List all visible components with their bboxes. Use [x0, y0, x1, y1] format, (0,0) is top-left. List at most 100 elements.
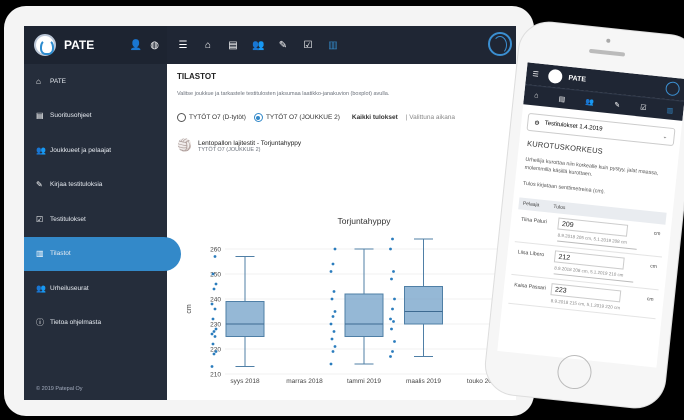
bar-chart-icon[interactable]: ▥ [327, 40, 339, 51]
sidebar-item-urheiluseurat[interactable]: 👥 Urheiluseurat [24, 271, 167, 306]
clipboard-icon: ▤ [36, 111, 44, 121]
y-tick-label: 240 [210, 297, 221, 304]
bar-chart-icon[interactable]: ▥ [666, 106, 673, 115]
sidebar-item-label: Tilastot [50, 250, 71, 258]
data-point [391, 237, 394, 241]
team-radio-1[interactable]: TYTÖT O7 (D-tytöt) [177, 113, 246, 122]
data-point [212, 287, 216, 291]
data-point [389, 317, 392, 321]
sidebar-item-label: Joukkueet ja pelaajat [50, 146, 112, 154]
pencil-icon[interactable]: ✎ [277, 40, 289, 51]
unit-label: cm [653, 230, 661, 238]
data-point [391, 307, 394, 311]
data-point [329, 270, 333, 273]
box [225, 301, 265, 337]
sidebar-item-label: Kirjaa testituloksia [50, 181, 103, 189]
data-point [211, 317, 215, 321]
chevron-down-icon: ⌄ [662, 133, 668, 140]
data-point [331, 315, 335, 318]
data-point [210, 365, 214, 368]
checkbox-icon[interactable]: ☑ [302, 40, 314, 51]
test-subtitle: TYTÖT O7 (JOUKKUE 2) [197, 147, 261, 153]
data-point [211, 272, 215, 276]
data-point [213, 335, 217, 338]
checkbox-icon: ☑ [36, 214, 44, 224]
brand-bar: PATE 👤 ◍ [24, 26, 167, 64]
boxplot-chart: Torjuntahyppycm210220230240250260syys 20… [186, 216, 503, 385]
player-name: Tiina Paluri [520, 216, 548, 226]
page-description: Valitse joukkue ja tarkastele testitulos… [177, 91, 390, 97]
selected-period-toggle[interactable]: | Valittuna aikana [406, 114, 455, 121]
users-icon[interactable]: 👥 [252, 40, 264, 51]
test-date-value: Testitulokset 1.4.2019 [544, 120, 603, 133]
data-point [330, 297, 334, 301]
sidebar-item-joukkueet[interactable]: 👥 Joukkueet ja pelaajat [24, 133, 167, 168]
sidebar-item-label: PATE [50, 77, 67, 85]
data-point [389, 355, 392, 358]
sidebar-item-label: Urheiluseurat [50, 284, 89, 292]
sidebar-item-suoritusohjeet[interactable]: ▤ Suoritusohjeet [24, 99, 167, 134]
tablet-device: PATE 👤 ◍ ⌂ PATE ▤ Suoritusohjeet 👥 Joukkuee… [4, 6, 534, 416]
data-point [211, 342, 215, 346]
data-point [212, 352, 216, 356]
sidebar: PATE 👤 ◍ ⌂ PATE ▤ Suoritusohjeet 👥 Joukkuee… [24, 26, 181, 400]
pate-logo-icon[interactable] [34, 34, 56, 56]
volleyball-icon [664, 81, 681, 97]
pate-logo-icon[interactable] [547, 68, 564, 85]
data-point [390, 327, 393, 331]
info-icon: ⓘ [36, 318, 44, 328]
pencil-icon[interactable]: ✎ [614, 100, 621, 109]
data-point [214, 350, 218, 353]
jumping-player-icon: 🏐 [177, 138, 192, 152]
box [404, 286, 443, 325]
user-icon[interactable]: 👤 [130, 40, 142, 51]
checkbox-icon[interactable]: ☑ [640, 103, 647, 112]
sidebar-item-tilastot[interactable]: ▥ Tilastot [24, 236, 181, 271]
data-point [214, 282, 218, 286]
menu-icon[interactable]: ☰ [177, 40, 189, 51]
menu-icon[interactable]: ☰ [532, 70, 539, 79]
test-header: 🏐 Lentopallon lajitestit - Torjuntahyppy… [177, 138, 506, 153]
users-icon: 👥 [36, 145, 46, 155]
data-point [331, 262, 335, 266]
data-point [333, 247, 337, 251]
all-results-toggle[interactable]: Kaikki tulokset [352, 114, 398, 121]
test-title: Lentopallon lajitestit - Torjuntahyppy [197, 140, 302, 147]
chart-title: Torjuntahyppy [338, 216, 392, 226]
home-icon[interactable]: ⌂ [534, 92, 539, 99]
sidebar-item-testitulokset[interactable]: ☑ Testitulokset [24, 202, 167, 237]
volleyball-icon [488, 32, 512, 56]
data-point [332, 290, 336, 293]
data-point [329, 322, 333, 326]
copyright: © 2019 Patepal Oy [36, 386, 83, 392]
globe-icon[interactable]: ◍ [150, 40, 159, 51]
data-point [213, 307, 217, 311]
column-header: Tulos [553, 203, 566, 212]
data-point [210, 302, 214, 306]
results-table: Pelaaja Tulos Tiina Paluri 209 cm 8.9.2018… [508, 197, 667, 320]
data-point [393, 340, 396, 343]
sidebar-nav: ⌂ PATE ▤ Suoritusohjeet 👥 Joukkueet ja pela… [24, 64, 181, 341]
sidebar-item-kirjaa[interactable]: ✎ Kirjaa testituloksia [24, 168, 167, 203]
sidebar-item-tietoa[interactable]: ⓘ Tietoa ohjelmasta [24, 306, 167, 341]
home-icon[interactable]: ⌂ [202, 40, 214, 51]
stage: PATE 👤 ◍ ⌂ PATE ▤ Suoritusohjeet 👥 Joukkuee… [0, 0, 684, 420]
clipboard-icon[interactable]: ▤ [227, 40, 239, 51]
data-point [213, 255, 217, 258]
y-tick-label: 230 [210, 322, 221, 329]
users-icon[interactable]: 👥 [585, 97, 595, 106]
sidebar-item-label: Testitulokset [50, 215, 86, 223]
box [344, 293, 384, 337]
phone-brand: PATE [568, 74, 587, 84]
bar-chart-icon: ▥ [36, 249, 44, 259]
data-point [210, 332, 214, 336]
team-radio-2[interactable]: TYTÖT O7 (JOUKKUE 2) [253, 113, 340, 122]
data-point [330, 337, 334, 341]
phone-speaker [588, 48, 626, 57]
data-point [392, 270, 395, 273]
camera-dot [606, 38, 611, 43]
sidebar-item-label: Suoritusohjeet [50, 112, 92, 120]
clipboard-icon[interactable]: ▤ [558, 94, 565, 103]
player-name: Liisa Libero [517, 249, 545, 259]
sidebar-item-pate[interactable]: ⌂ PATE [24, 64, 167, 99]
